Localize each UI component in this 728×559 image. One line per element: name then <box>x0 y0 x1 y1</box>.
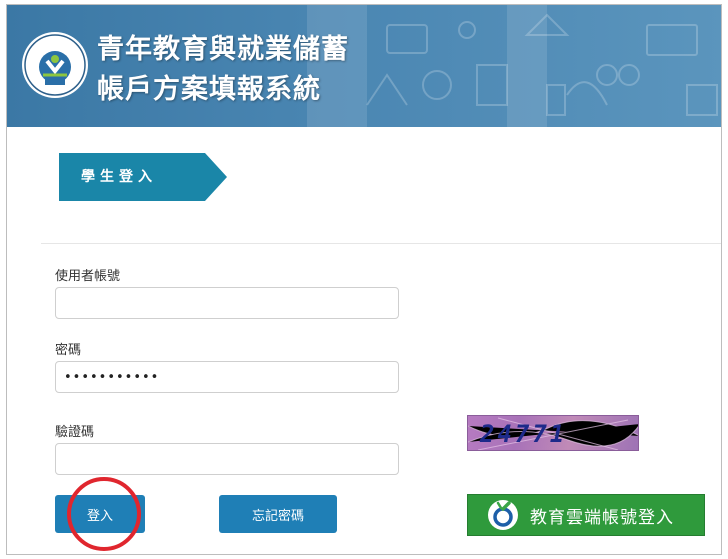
forgot-password-button[interactable]: 忘記密碼 <box>219 495 337 533</box>
section-divider <box>41 243 721 244</box>
cloud-login-label: 教育雲端帳號登入 <box>530 507 674 528</box>
tab-label: 學生登入 <box>81 169 157 185</box>
ministry-logo <box>22 32 88 98</box>
username-input[interactable] <box>55 287 399 319</box>
education-cloud-icon <box>488 500 518 530</box>
password-label: 密碼 <box>55 343 82 358</box>
system-title-line1: 青年教育與就業儲蓄 <box>97 34 349 65</box>
header-banner: 青年教育與就業儲蓄 帳戶方案填報系統 <box>7 5 721 127</box>
highlight-circle <box>67 477 141 551</box>
username-label: 使用者帳號 <box>55 269 121 284</box>
password-input[interactable] <box>55 361 399 393</box>
student-login-tab[interactable]: 學生登入 <box>59 153 227 201</box>
education-cloud-login-button[interactable]: 教育雲端帳號登入 <box>467 494 705 536</box>
captcha-label: 驗證碼 <box>55 425 95 440</box>
banner-decoration <box>307 5 718 127</box>
captcha-image: 24771 <box>467 415 639 451</box>
system-title-line2: 帳戶方案填報系統 <box>97 74 321 105</box>
captcha-input[interactable] <box>55 443 399 475</box>
captcha-code: 24771 <box>480 420 568 448</box>
page-frame: 青年教育與就業儲蓄 帳戶方案填報系統 學生登入 使用者帳號 密碼 驗證碼 247… <box>6 4 722 555</box>
